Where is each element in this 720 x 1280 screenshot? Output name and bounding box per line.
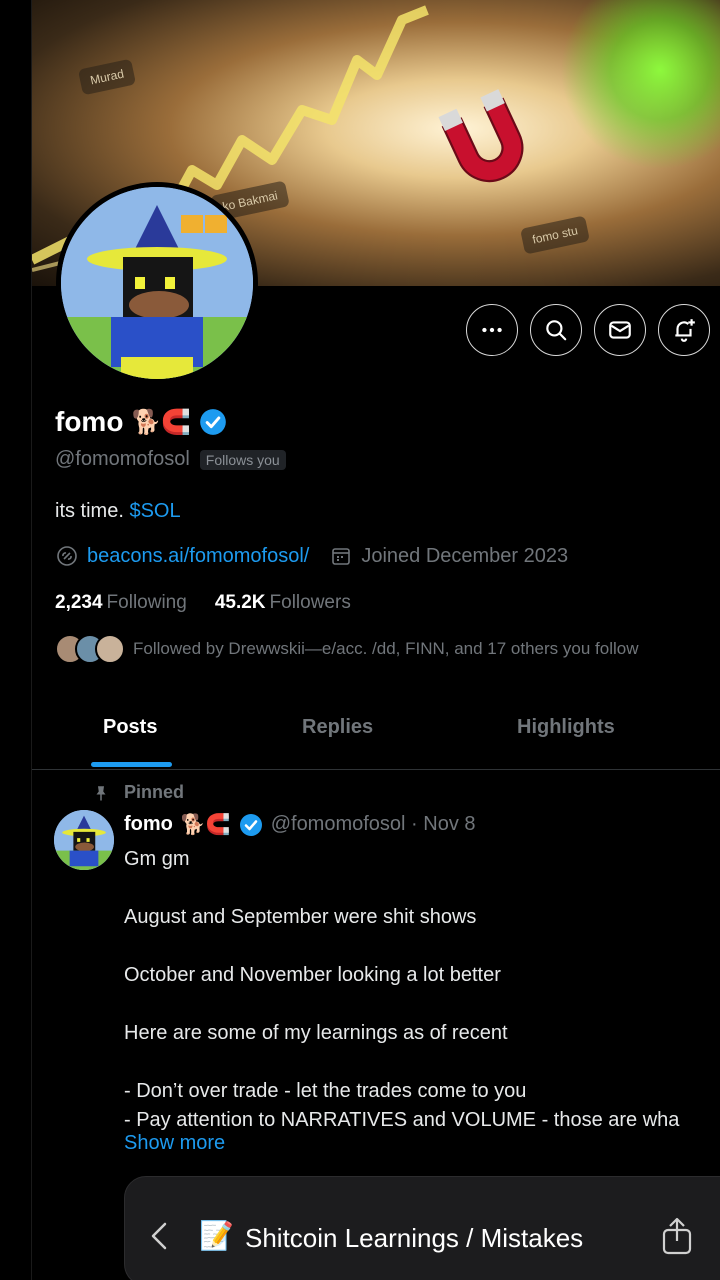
card-title: Shitcoin Learnings / Mistakes (245, 1223, 584, 1253)
followers-stat[interactable]: 45.2K Followers (215, 592, 351, 614)
memo-icon: 📝 (199, 1220, 234, 1251)
tab-highlights[interactable]: Highlights (517, 716, 615, 739)
share-icon[interactable] (661, 1217, 693, 1255)
profile-meta: beacons.ai/fomomofosol/ Joined December … (55, 544, 568, 568)
follows-you-badge: Follows you (199, 449, 286, 470)
calendar-icon (332, 548, 351, 565)
profile-actions (466, 304, 710, 356)
bell-plus-icon (675, 319, 695, 342)
name-emoji: 🐕🧲 (131, 408, 192, 436)
verified-badge-icon[interactable] (199, 408, 227, 436)
post-author-name[interactable]: fomo (124, 813, 173, 836)
search-button[interactable] (530, 304, 582, 356)
following-stat[interactable]: 2,234 Following (55, 592, 187, 614)
profile-name: fomo (55, 406, 124, 437)
follower-avatars (55, 634, 125, 664)
post-text[interactable]: Gm gm August and September were shit sho… (124, 845, 679, 1135)
chevron-left-icon[interactable] (147, 1221, 171, 1251)
profile-handle-row: @fomomofosol Follows you (55, 448, 286, 471)
search-icon (546, 320, 567, 341)
follow-stats: 2,234 Following 45.2K Followers (55, 592, 351, 614)
envelope-icon (609, 321, 631, 339)
post-author-emoji: 🐕🧲 (180, 814, 231, 836)
profile-bio: its time. $SOL (55, 500, 181, 523)
link-icon (57, 546, 77, 566)
profile-avatar[interactable] (56, 182, 258, 384)
followed-by-row[interactable]: Followed by Drewwskii—e/acc. /dd, FINN, … (55, 634, 638, 664)
profile-name-row: fomo 🐕🧲 (55, 406, 227, 438)
notifications-button[interactable] (658, 304, 710, 356)
banner-green-glow (560, 0, 720, 170)
message-button[interactable] (594, 304, 646, 356)
tab-replies[interactable]: Replies (302, 716, 373, 739)
avatar-image (61, 187, 253, 379)
post-header: fomo 🐕🧲 @fomomofosol · Nov 8 (124, 812, 476, 837)
pinned-label-row: Pinned (92, 782, 184, 803)
tab-posts[interactable]: Posts (103, 716, 157, 739)
joined-date: Joined December 2023 (361, 544, 569, 567)
post-meta: @fomomofosol · Nov 8 (270, 813, 476, 835)
active-tab-indicator (91, 762, 172, 767)
verified-badge-icon (239, 813, 262, 836)
left-edge-strip (0, 0, 32, 1280)
article-card-bar[interactable]: 📝 Shitcoin Learnings / Mistakes (124, 1176, 720, 1280)
profile-handle: @fomomofosol (55, 448, 190, 470)
followed-by-text: Followed by Drewwskii—e/acc. /dd, FINN, … (133, 639, 639, 658)
more-options-button[interactable] (466, 304, 518, 356)
profile-website-link[interactable]: beacons.ai/fomomofosol/ (87, 545, 309, 568)
pinned-label: Pinned (124, 782, 185, 802)
pin-icon (96, 785, 106, 800)
ellipsis-icon (482, 327, 502, 333)
show-more-link[interactable]: Show more (124, 1132, 225, 1155)
profile-tabs: Posts Replies Highlights (32, 700, 720, 770)
avatar (95, 634, 125, 664)
bio-text: its time. (55, 500, 130, 522)
profile-page: Murad ko Bakmai fomo stu fomo 🐕🧲 @fomomo… (32, 0, 720, 1280)
post-author-avatar[interactable] (54, 810, 114, 870)
bio-cashtag-link[interactable]: $SOL (129, 500, 180, 522)
